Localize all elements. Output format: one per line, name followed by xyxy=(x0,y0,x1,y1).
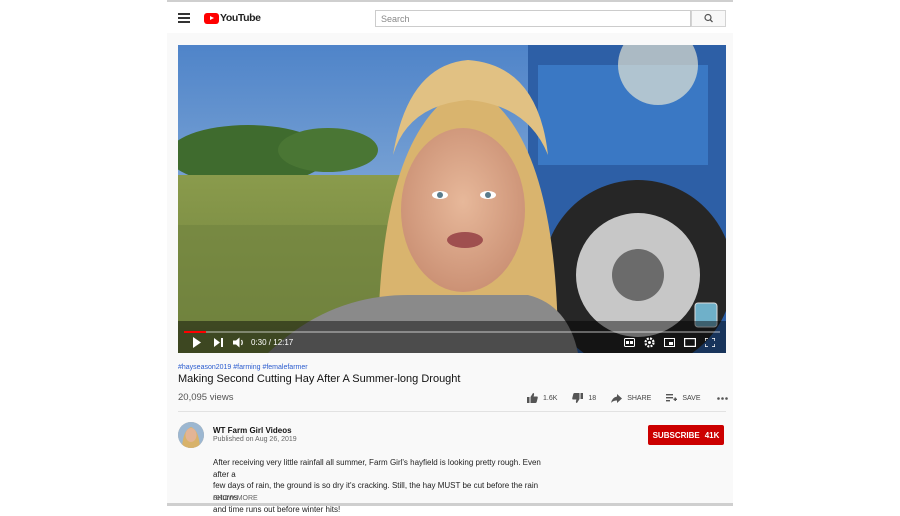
video-actions: 1.6K 18 SHARE SAVE xyxy=(527,392,729,404)
search-icon xyxy=(704,13,713,23)
view-count: 20,095 views xyxy=(178,392,234,403)
description-line: few days of rain, the ground is so dry i… xyxy=(213,481,539,503)
show-more-button[interactable]: SHOW MORE xyxy=(213,495,258,502)
dislike-button[interactable]: 18 xyxy=(572,393,596,403)
save-button[interactable]: SAVE xyxy=(666,393,701,403)
dislike-count: 18 xyxy=(588,394,597,402)
subscriber-count: 41K xyxy=(704,430,720,440)
save-label: SAVE xyxy=(682,394,701,402)
captions-icon[interactable] xyxy=(624,338,635,347)
channel-name[interactable]: WT Farm Girl Videos xyxy=(213,426,292,435)
thumb-down-icon xyxy=(572,393,584,403)
theater-icon[interactable] xyxy=(684,338,696,347)
video-frame xyxy=(178,45,726,353)
player-controls: 0:30 / 12:17 xyxy=(178,329,726,353)
youtube-logo[interactable]: YouTube xyxy=(204,11,261,25)
next-icon[interactable] xyxy=(214,338,223,347)
divider xyxy=(178,411,726,412)
publish-date: Published on Aug 26, 2019 xyxy=(213,436,297,443)
logo-text: YouTube xyxy=(220,12,261,24)
volume-icon[interactable] xyxy=(233,337,245,348)
subscribe-label: SUBSCRIBE xyxy=(652,430,700,440)
fullscreen-icon[interactable] xyxy=(705,338,715,347)
hashtags[interactable]: #hayseason2019 #farming #femalefarmer xyxy=(178,364,308,371)
share-label: SHARE xyxy=(627,394,652,402)
time-display: 0:30 / 12:17 xyxy=(251,338,294,347)
masthead: YouTube xyxy=(167,0,733,33)
page-frame: YouTube Search 0:30 / 12:17 #hayseason20… xyxy=(167,0,733,514)
menu-icon[interactable] xyxy=(178,13,190,23)
thumb-up-icon xyxy=(527,393,538,403)
search-button[interactable] xyxy=(691,10,726,27)
share-icon xyxy=(611,393,623,403)
save-icon xyxy=(666,393,678,401)
search-input[interactable] xyxy=(375,10,691,27)
channel-avatar[interactable] xyxy=(178,422,204,448)
description-line: After receiving very little rainfall all… xyxy=(213,458,541,479)
share-button[interactable]: SHARE xyxy=(611,393,652,403)
video-title: Making Second Cutting Hay After A Summer… xyxy=(178,373,461,385)
avatar-image xyxy=(178,422,204,448)
settings-icon[interactable] xyxy=(644,337,655,348)
video-description: After receiving very little rainfall all… xyxy=(213,457,558,516)
more-icon[interactable] xyxy=(717,396,729,400)
subscribe-button[interactable]: SUBSCRIBE 41K xyxy=(648,425,724,445)
like-count: 1.6K xyxy=(543,394,558,402)
youtube-logo-icon xyxy=(204,12,219,24)
video-player[interactable]: 0:30 / 12:17 xyxy=(178,45,726,353)
play-icon[interactable] xyxy=(192,337,202,348)
like-button[interactable]: 1.6K xyxy=(527,393,557,403)
miniplayer-icon[interactable] xyxy=(664,338,675,347)
